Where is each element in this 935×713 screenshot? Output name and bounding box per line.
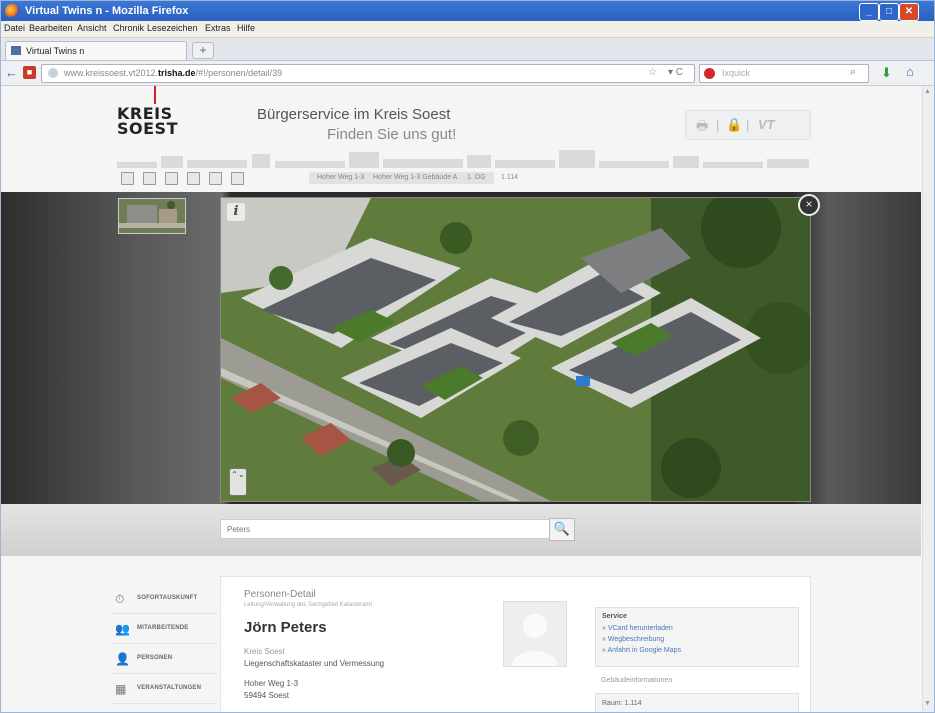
info-button[interactable]: i xyxy=(227,203,245,221)
print-icon[interactable]: 🖶 xyxy=(696,117,708,139)
tab-bar: Virtual Twins n + xyxy=(1,38,934,61)
sidemenu-item-sofortauskunft[interactable]: ⏱ SOFORTAUSKUNFT xyxy=(111,585,217,614)
url-text: www.kreissoest.vt2012.trisha.de/#!/perso… xyxy=(64,68,283,78)
room-view-icon[interactable] xyxy=(209,172,222,185)
sidemenu-label: SOFORTAUSKUNFT xyxy=(137,595,198,601)
scroll-up-icon[interactable]: ▲ xyxy=(924,88,931,95)
city-skyline-graphic xyxy=(117,148,809,168)
browser-window: Virtual Twins n - Mozilla Firefox _ □ ✕ … xyxy=(0,0,935,713)
sidemenu-item-mitarbeitende[interactable]: 👥 MITARBEITENDE xyxy=(111,615,217,644)
navigation-bar: ← ■ www.kreissoest.vt2012.trisha.de/#!/p… xyxy=(1,61,934,86)
list-view-icon[interactable] xyxy=(231,172,244,185)
site-identity-icon[interactable] xyxy=(48,68,58,78)
service-box: Service » VCard herunterladen » Wegbesch… xyxy=(595,607,799,667)
detail-subheading: Leitung/Verwaltung des Sachgebiet Katast… xyxy=(244,602,373,608)
person-search-band: 🔍 xyxy=(1,504,921,556)
header-tools: 🖶 | 🔒 | VT xyxy=(685,110,811,140)
calendar-icon: ▦ xyxy=(115,682,127,696)
google-maps-link[interactable]: » Anfahrt in Google Maps xyxy=(602,647,681,654)
menu-ansicht[interactable]: Ansicht xyxy=(77,23,107,33)
clock-icon: ⏱ xyxy=(115,592,125,606)
person-icon: 👤 xyxy=(115,652,130,666)
reload-icon[interactable]: ▾ C xyxy=(668,67,683,78)
browser-search-input[interactable]: Ixquick ⌕ xyxy=(699,64,869,83)
minimize-button[interactable]: _ xyxy=(859,3,879,21)
viewer-strip: i ⌃⌄ × xyxy=(1,192,921,504)
home-icon[interactable]: ⌂ xyxy=(906,64,914,79)
vcard-download-link[interactable]: » VCard herunterladen xyxy=(602,625,673,632)
logo-accent-line xyxy=(154,86,156,104)
avatar xyxy=(503,601,567,667)
menu-chronik[interactable]: Chronik xyxy=(113,23,144,33)
menu-extras[interactable]: Extras xyxy=(205,23,231,33)
web-page: KREIS SOEST Bürgerservice im Kreis Soest… xyxy=(1,86,934,712)
back-icon[interactable]: ← xyxy=(5,65,21,81)
breadcrumb-item[interactable]: 1. OG xyxy=(459,172,494,184)
person-organization: Kreis Soest xyxy=(244,647,285,656)
vt-logo[interactable]: VT xyxy=(758,117,775,132)
bookmark-star-icon[interactable]: ☆ xyxy=(648,67,657,78)
tab-label: Virtual Twins n xyxy=(26,46,85,56)
firefox-icon xyxy=(5,4,19,18)
person-search-input[interactable] xyxy=(220,519,554,539)
menu-datei[interactable]: Datei xyxy=(4,23,25,33)
site-header: KREIS SOEST Bürgerservice im Kreis Soest… xyxy=(1,86,921,192)
tab-favicon xyxy=(11,46,21,55)
sidemenu-label: VERANSTALTUNGEN xyxy=(137,685,202,691)
breadcrumb-current: 1.114 xyxy=(501,174,518,181)
person-name: Jörn Peters xyxy=(244,619,327,636)
menu-bearbeiten[interactable]: Bearbeiten xyxy=(29,23,73,33)
kreis-soest-logo[interactable]: KREIS SOEST xyxy=(117,106,178,138)
people-view-icon[interactable] xyxy=(143,172,156,185)
floor-view-icon[interactable] xyxy=(187,172,200,185)
menu-lesezeichen[interactable]: Lesezeichen xyxy=(147,23,198,33)
tools-divider: | xyxy=(746,117,750,132)
group-icon: 👥 xyxy=(115,622,130,636)
sidemenu-item-personen[interactable]: 👤 PERSONEN xyxy=(111,645,217,674)
title-bar: Virtual Twins n - Mozilla Firefox _ □ ✕ xyxy=(1,1,934,21)
person-city: 59494 Soest xyxy=(244,691,289,700)
addon-icon[interactable]: ■ xyxy=(23,66,36,79)
window-title: Virtual Twins n - Mozilla Firefox xyxy=(25,5,189,17)
tab-virtual-twins[interactable]: Virtual Twins n xyxy=(5,41,187,60)
building-info-label: Gebäudeinformationen xyxy=(601,677,673,684)
viewer-pan-control[interactable]: ⌃⌄ xyxy=(229,468,247,496)
directions-link[interactable]: » Wegbeschreibung xyxy=(602,636,664,643)
menu-bar: Datei Bearbeiten Ansicht Chronik Lesezei… xyxy=(1,21,934,38)
logo-line-2: SOEST xyxy=(117,119,178,138)
download-icon[interactable]: ⬇ xyxy=(881,65,892,81)
close-window-button[interactable]: ✕ xyxy=(899,3,919,21)
breadcrumb-item[interactable]: Hoher Weg 1-3 Gebäude A xyxy=(365,172,466,184)
person-detail-card: Personen-Detail Leitung/Verwaltung des S… xyxy=(220,576,811,712)
search-icon[interactable]: ⌕ xyxy=(850,66,856,79)
scroll-down-icon[interactable]: ▼ xyxy=(924,700,931,707)
breadcrumb-item[interactable]: Hoher Weg 1-3 xyxy=(309,172,373,184)
service-heading: Service xyxy=(602,613,627,620)
site-slogan: Finden Sie uns gut! xyxy=(327,126,457,143)
aerial-thumbnail[interactable] xyxy=(118,198,186,234)
site-title: Bürgerservice im Kreis Soest xyxy=(257,106,451,123)
lock-icon[interactable]: 🔒 xyxy=(726,117,742,133)
person-search-button[interactable]: 🔍 xyxy=(549,518,575,541)
sidemenu-label: MITARBEITENDE xyxy=(137,625,189,631)
search-engine-icon[interactable] xyxy=(704,68,715,79)
page-scrollbar[interactable]: ▲ ▼ xyxy=(922,86,934,712)
person-street: Hoher Weg 1-3 xyxy=(244,679,299,688)
room-box: Raum: 1.114 xyxy=(595,693,799,712)
room-label: Raum: 1.114 xyxy=(602,700,642,707)
aerial-building-viewer[interactable]: i ⌃⌄ xyxy=(220,197,811,502)
tools-divider: | xyxy=(716,117,720,132)
sidemenu-label: PERSONEN xyxy=(137,655,173,661)
menu-hilfe[interactable]: Hilfe xyxy=(237,23,255,33)
maximize-button[interactable]: □ xyxy=(879,3,899,21)
viewer-close-button[interactable]: × xyxy=(798,194,820,216)
url-bar[interactable]: www.kreissoest.vt2012.trisha.de/#!/perso… xyxy=(41,64,695,83)
new-tab-button[interactable]: + xyxy=(192,42,214,59)
sidemenu-item-veranstaltungen[interactable]: ▦ VERANSTALTUNGEN xyxy=(111,675,217,704)
building-view-icon[interactable] xyxy=(165,172,178,185)
search-placeholder: Ixquick xyxy=(722,68,751,78)
map-view-icon[interactable] xyxy=(121,172,134,185)
detail-heading: Personen-Detail xyxy=(244,589,316,600)
person-department: Liegenschaftskataster und Vermessung xyxy=(244,659,385,668)
